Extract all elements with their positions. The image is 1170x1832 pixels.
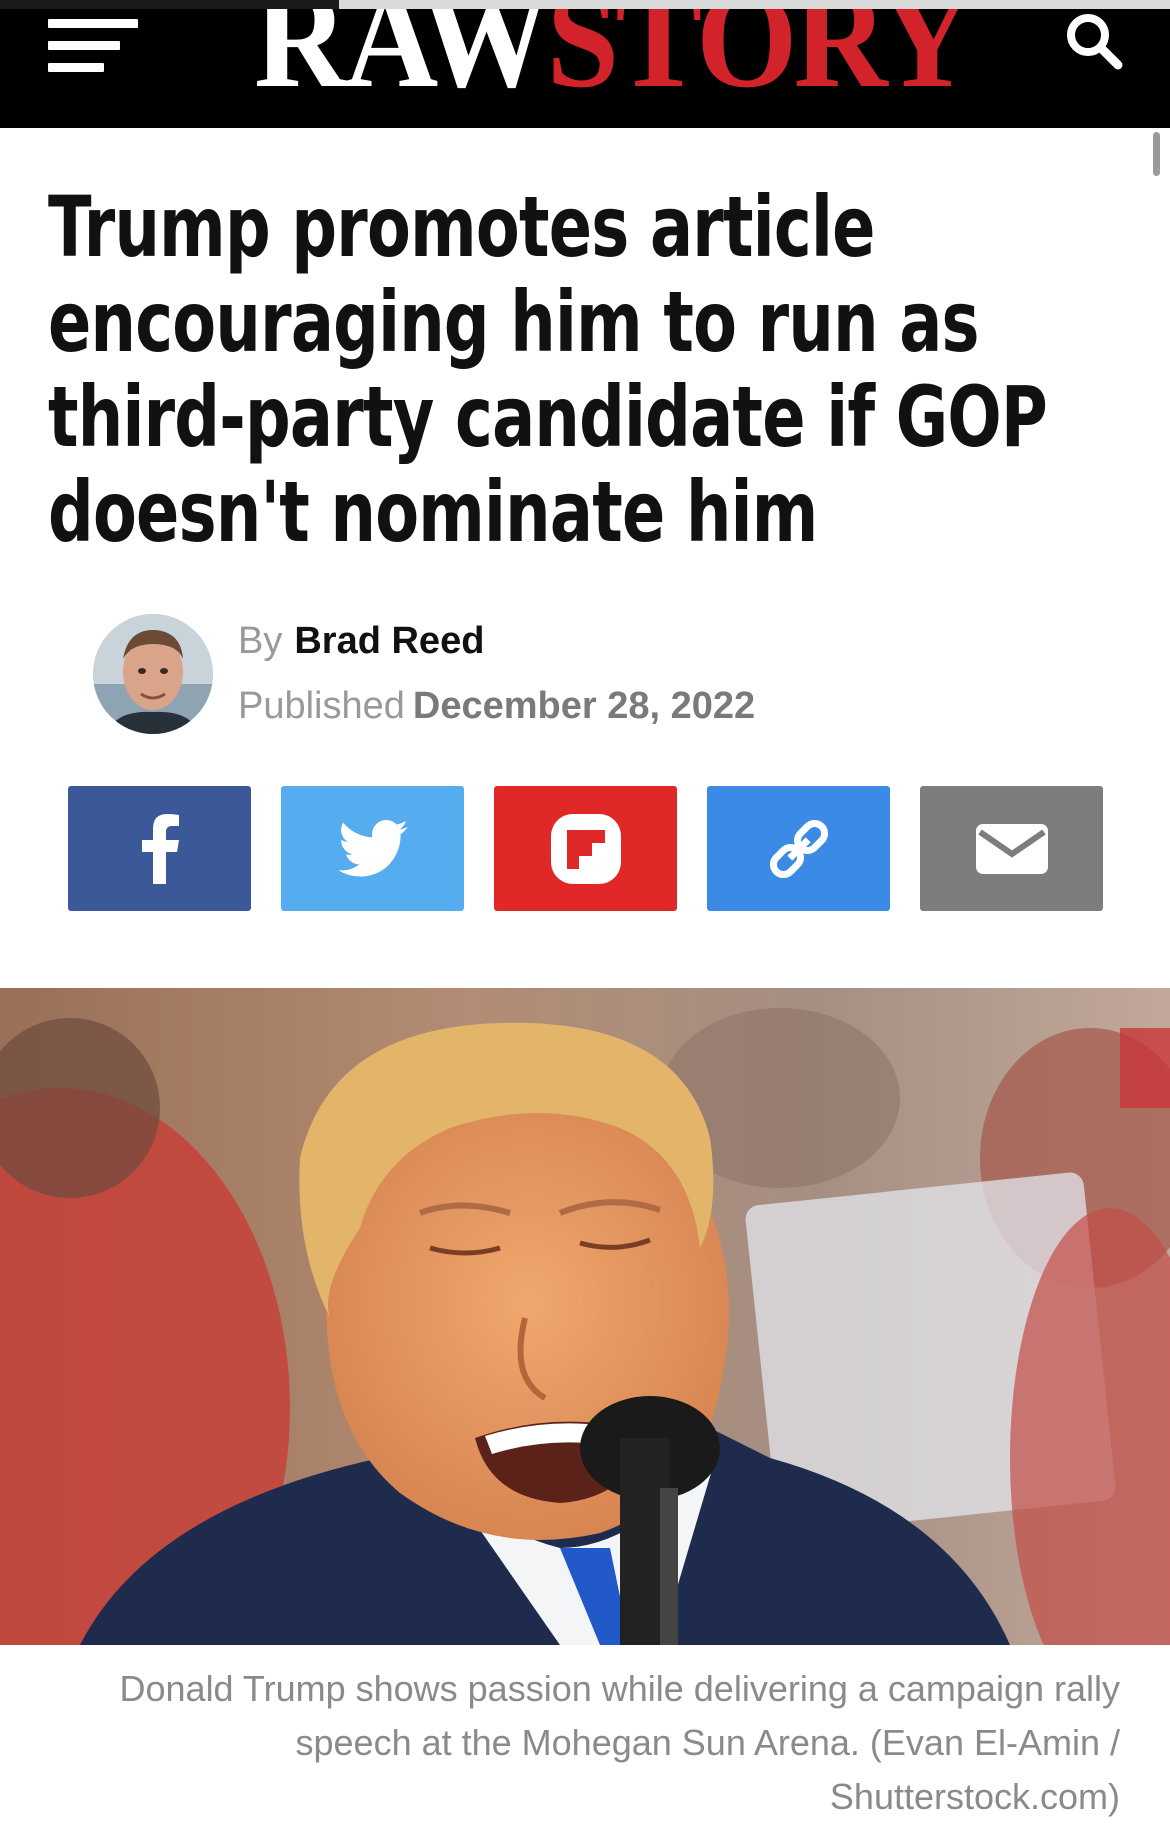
logo-raw-text: RAW [254,9,550,117]
article-headline: Trump promotes article encouraging him t… [48,178,1048,561]
logo-story-text: STORY [546,9,974,117]
facebook-share-button[interactable] [68,786,251,911]
page-scrollbar[interactable] [1153,132,1160,176]
published-date: December 28, 2022 [412,685,756,727]
link-icon [769,819,828,878]
copy-link-button[interactable] [707,786,890,911]
publish-info: Published December 28, 2022 [238,685,755,728]
published-label: Published [238,685,405,727]
hero-caption: Donald Trump shows passion while deliver… [119,1668,1121,1817]
page-load-progress-track [0,0,1170,9]
flipboard-share-button[interactable] [494,786,677,911]
site-logo[interactable]: RAWSTORY [254,9,974,117]
email-icon [975,823,1048,874]
email-share-button[interactable] [920,786,1103,911]
page-load-progress-fill [0,0,340,9]
flipboard-icon [550,813,621,884]
hero-image[interactable] [0,988,1170,1645]
author-avatar[interactable] [93,614,213,734]
author-name[interactable]: Brad Reed [294,620,484,662]
search-icon[interactable] [1062,11,1126,75]
twitter-share-button[interactable] [281,786,464,911]
by-label: By [238,620,283,662]
twitter-icon [337,819,408,877]
site-header: RAWSTORY [0,9,1170,128]
hero-photo-illustration [0,988,1170,1645]
hamburger-menu-icon[interactable] [48,19,138,79]
byline: By Brad Reed [238,620,484,663]
facebook-icon [141,813,179,884]
